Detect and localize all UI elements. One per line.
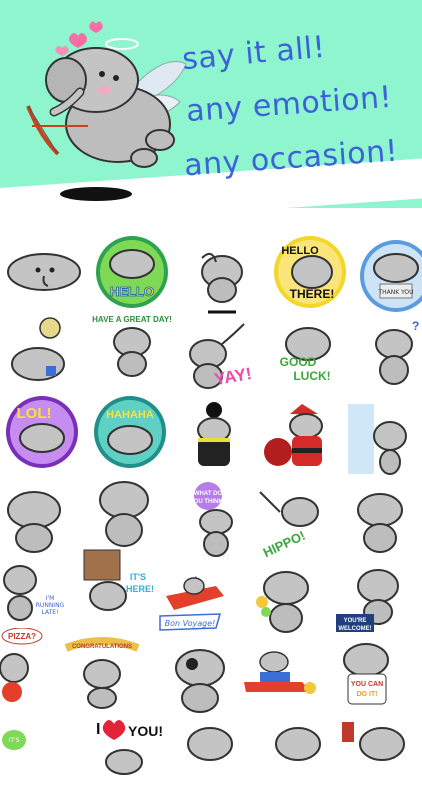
- sticker-elephant-scarf[interactable]: [176, 398, 256, 474]
- sticker-elephant-question[interactable]: ?: [356, 314, 422, 390]
- sticker-yay[interactable]: YAY!: [178, 320, 258, 396]
- sticker-late-text-1: I'M: [46, 595, 55, 602]
- sticker-great-day-text: HAVE A GREAT DAY!: [92, 315, 172, 324]
- sticker-do-it-text-2: DO IT!: [357, 691, 378, 698]
- sticker-hello-there-text-1: HELLO: [281, 245, 319, 257]
- sticker-hello-there[interactable]: HELLO THERE!: [270, 234, 350, 310]
- sticker-elephant-bottom-4[interactable]: [258, 718, 338, 794]
- sticker-elephant-happy[interactable]: [342, 482, 422, 558]
- sticker-bon-voyage-text: Bon Voyage!: [165, 619, 216, 628]
- sticker-elephant-bottom-5[interactable]: [342, 718, 422, 794]
- sticker-what-do-you-think[interactable]: WHAT DO YOU THINK?: [172, 482, 252, 558]
- sticker-elephant-stand[interactable]: [84, 474, 164, 550]
- svg-text:IT'S: IT'S: [9, 737, 20, 744]
- sticker-wdyt-text-2: YOU THINK?: [190, 499, 227, 505]
- sticker-congrats-text: CONGRATULATIONS: [72, 644, 132, 650]
- sticker-hahaha[interactable]: HAHAHA: [90, 394, 170, 470]
- sticker-bon-voyage[interactable]: Bon Voyage!: [156, 566, 236, 642]
- sticker-congratulations[interactable]: CONGRATULATIONS: [62, 634, 142, 710]
- sticker-elephant-door[interactable]: [346, 400, 422, 476]
- svg-text:?: ?: [412, 319, 419, 333]
- hero-banner: say it all! any emotion! any occasion!: [0, 0, 422, 208]
- sticker-its-here-text-1: IT'S: [130, 572, 146, 582]
- sticker-santa-elephant[interactable]: [262, 398, 342, 474]
- sticker-thank-you[interactable]: THANK YOU: [356, 238, 422, 314]
- sticker-thank-you-text: THANK YOU: [377, 289, 413, 296]
- sticker-do-it-text-1: YOU CAN: [351, 681, 383, 688]
- tagline-say-it-all: say it all!: [180, 29, 327, 78]
- sticker-elephant-fan[interactable]: [2, 314, 82, 390]
- sticker-you-can-do-it[interactable]: YOU CAN DO IT!: [328, 634, 408, 710]
- sticker-hello-there-text-2: THERE!: [290, 287, 335, 301]
- sticker-elephant-bottom-3[interactable]: [170, 718, 250, 794]
- sticker-hippo[interactable]: HIPPO!: [252, 482, 332, 558]
- sticker-elephant-plane[interactable]: [240, 642, 320, 718]
- sticker-its-here[interactable]: IT'S HERE!: [80, 548, 160, 624]
- sticker-welcome-text-1: YOU'RE: [344, 618, 367, 624]
- sticker-elephant-flowers[interactable]: [244, 560, 324, 636]
- sticker-elephant-dancing[interactable]: [182, 238, 262, 314]
- sticker-i-love-you[interactable]: I YOU!: [84, 710, 164, 786]
- tagline-any-emotion: any emotion!: [185, 79, 394, 130]
- sticker-good-luck-text-1: GOOD: [280, 355, 317, 369]
- sticker-late-text-2: RUNNING: [36, 602, 65, 609]
- sticker-elephant-sit-1[interactable]: [0, 480, 80, 556]
- sticker-youre-welcome[interactable]: YOU'RE WELCOME!: [334, 560, 414, 636]
- sticker-late-text-3: LATE!: [42, 609, 59, 616]
- sticker-love-text-2: YOU!: [128, 723, 163, 739]
- sticker-hippo-text: HIPPO!: [261, 528, 308, 558]
- sticker-hello-text: HELLO: [110, 284, 154, 299]
- sticker-its-here-text-2: HERE!: [126, 584, 154, 594]
- sticker-welcome-text-2: WELCOME!: [338, 626, 371, 632]
- sticker-hello[interactable]: HELLO: [92, 234, 172, 310]
- sticker-lol-text: LOL!: [17, 405, 52, 422]
- sticker-good-luck[interactable]: GOOD LUCK!: [268, 314, 348, 390]
- sticker-elephant-peek[interactable]: [4, 238, 84, 314]
- cupid-elephant-icon: [26, 21, 187, 201]
- sticker-elephant-bruised[interactable]: [160, 640, 240, 716]
- sticker-wdyt-text-1: WHAT DO: [194, 491, 223, 497]
- sticker-hahaha-text: HAHAHA: [106, 409, 154, 421]
- sticker-running-late[interactable]: I'M RUNNING LATE!: [0, 556, 80, 632]
- sticker-lol[interactable]: LOL!: [2, 394, 82, 470]
- sticker-pizza-text: PIZZA?: [8, 632, 36, 641]
- sticker-love-text-1: I: [96, 721, 100, 738]
- sticker-grid: HELLO HELLO THERE! THANK YOU HAVE A GREAT…: [0, 230, 422, 775]
- sticker-elephant-small[interactable]: IT'S: [0, 716, 80, 792]
- sticker-good-luck-text-2: LUCK!: [293, 369, 330, 383]
- sticker-have-a-great-day[interactable]: HAVE A GREAT DAY!: [92, 308, 172, 384]
